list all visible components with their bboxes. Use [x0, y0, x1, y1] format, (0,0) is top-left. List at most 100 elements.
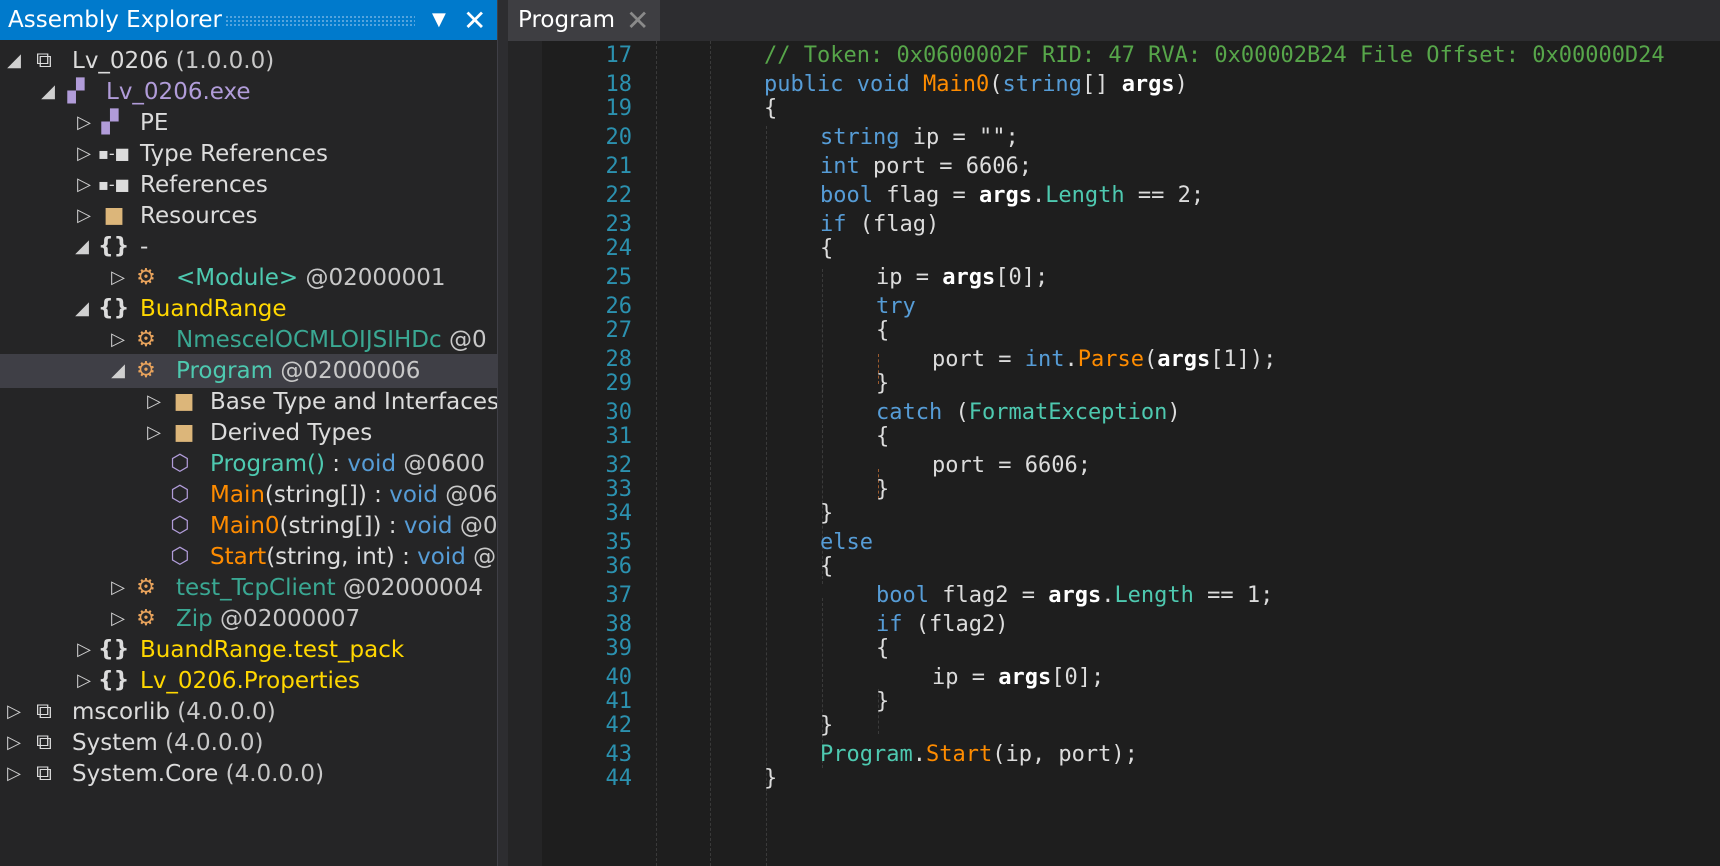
- code-token: (: [1143, 347, 1158, 372]
- tree-item-derived-types[interactable]: ▷ ■ Derived Types: [0, 416, 497, 450]
- collapsed-arrow-icon[interactable]: ▷: [110, 261, 126, 295]
- tree-item-module[interactable]: ▷ ⚙ <Module> @02000001: [0, 261, 497, 295]
- collapsed-arrow-icon[interactable]: ▷: [146, 385, 162, 419]
- tree-item-nmescel-class[interactable]: ▷ ⚙ NmescelOCMLOIJSIHDc @0: [0, 323, 497, 357]
- collapsed-arrow-icon[interactable]: ▷: [146, 416, 162, 450]
- code-line: ip = args[0];: [932, 665, 1104, 691]
- tree-item-references[interactable]: ▷ ▪-■ References: [0, 168, 497, 202]
- code-token: (ip, port);: [992, 742, 1138, 767]
- tree-item-label: References: [140, 172, 268, 198]
- line-number: 17: [605, 43, 633, 68]
- collapsed-arrow-icon[interactable]: ▷: [110, 602, 126, 636]
- tree-item-label: Start: [210, 544, 267, 570]
- tree-item-zip[interactable]: ▷ ⚙ Zip @02000007: [0, 602, 497, 636]
- collapsed-arrow-icon[interactable]: ▷: [110, 571, 126, 605]
- collapsed-arrow-icon[interactable]: ▷: [76, 633, 92, 667]
- expanded-arrow-icon[interactable]: ◢: [40, 75, 56, 109]
- line-number: 21: [605, 154, 633, 179]
- code-token: ip = "";: [899, 125, 1019, 150]
- collapsed-arrow-icon[interactable]: ▷: [76, 168, 92, 202]
- tree-item-label: Lv_0206: [72, 48, 169, 74]
- line-number: 22: [605, 183, 633, 208]
- code-token: (flag): [846, 212, 940, 237]
- expanded-arrow-icon[interactable]: ◢: [110, 354, 126, 388]
- code-token: Main0: [922, 72, 990, 97]
- code-token: bool: [876, 583, 929, 608]
- code-token: Start: [925, 742, 993, 767]
- code-line: bool flag = args.Length == 2;: [820, 183, 1204, 209]
- code-token: .: [912, 742, 926, 767]
- tree-item-buandrange-namespace[interactable]: ◢ {} BuandRange: [0, 292, 497, 326]
- collapsed-arrow-icon[interactable]: ▷: [76, 137, 92, 171]
- code-line: catch (FormatException): [876, 400, 1181, 426]
- code-token: string: [1002, 72, 1082, 97]
- tree-item-lv0206-assembly[interactable]: ◢ ⧉ Lv_0206 (1.0.0.0): [0, 44, 497, 78]
- tree-item-start-method[interactable]: ⬡ Start(string, int) : void @: [0, 540, 497, 574]
- line-number: 28: [605, 347, 633, 372]
- expanded-arrow-icon[interactable]: ◢: [74, 292, 90, 326]
- line-number: 29: [605, 371, 633, 396]
- panel-header[interactable]: Assembly Explorer ▼ ✕: [0, 0, 497, 40]
- collapsed-arrow-icon[interactable]: ▷: [6, 726, 22, 760]
- tree-item-lv0206-exe[interactable]: ◢ ▞ Lv_0206.exe: [0, 75, 497, 109]
- tree-item-program-class[interactable]: ◢ ⚙ Program @02000006: [0, 354, 497, 388]
- code-line: string ip = "";: [820, 125, 1019, 151]
- code-line: else: [820, 530, 873, 555]
- drag-grip[interactable]: [225, 15, 415, 27]
- tree-item-label: Main0: [210, 513, 280, 539]
- close-icon[interactable]: ✕: [626, 4, 649, 37]
- expanded-arrow-icon[interactable]: ◢: [6, 44, 22, 78]
- chevron-down-icon[interactable]: ▼: [432, 9, 446, 30]
- tree-item-properties-namespace[interactable]: ▷ {} Lv_0206.Properties: [0, 664, 497, 698]
- collapsed-arrow-icon[interactable]: ▷: [76, 199, 92, 233]
- code-token: port = 6606;: [859, 154, 1032, 179]
- tree-item-label: <Module>: [176, 265, 299, 291]
- code-line: }: [876, 371, 890, 396]
- panel-splitter[interactable]: [497, 0, 508, 866]
- code-line: {: [876, 424, 890, 449]
- tree-item-type-references[interactable]: ▷ ▪-■ Type References: [0, 137, 497, 171]
- tree-item-main0-method[interactable]: ⬡ Main0(string[]) : void @0: [0, 509, 497, 543]
- code-line: {: [820, 554, 834, 579]
- close-icon[interactable]: ✕: [463, 4, 486, 37]
- tree-item-pe[interactable]: ▷ ▞ PE: [0, 106, 497, 140]
- tree-item-system[interactable]: ▷ ⧉ System (4.0.0.0): [0, 726, 497, 760]
- code-line: try: [876, 294, 916, 319]
- collapsed-arrow-icon[interactable]: ▷: [76, 106, 92, 140]
- collapsed-arrow-icon[interactable]: ▷: [110, 323, 126, 357]
- line-number: 44: [605, 766, 633, 791]
- line-number: 35: [605, 530, 633, 555]
- line-number: 37: [605, 583, 633, 608]
- code-token: ip =: [876, 265, 943, 290]
- line-number: 40: [605, 665, 633, 690]
- panel-title: Assembly Explorer: [8, 7, 222, 33]
- tree-item-return-type: void: [403, 513, 453, 539]
- tree-item-empty-namespace[interactable]: ◢ {} -: [0, 230, 497, 264]
- tree-item-mscorlib[interactable]: ▷ ⧉ mscorlib (4.0.0.0): [0, 695, 497, 729]
- tree-item-test-pack-namespace[interactable]: ▷ {} BuandRange.test_pack: [0, 633, 497, 667]
- code-line: if (flag): [820, 212, 939, 238]
- code-token: args: [942, 265, 996, 290]
- tree-item-test-tcpclient[interactable]: ▷ ⚙ test_TcpClient @02000004: [0, 571, 497, 605]
- tab-program[interactable]: Program ✕: [508, 0, 660, 41]
- code-view[interactable]: 17 18 19 20 21 22 23 24 25 26 27 28 29 3…: [508, 41, 1720, 866]
- tree-item-main-method[interactable]: ⬡ Main(string[]) : void @06: [0, 478, 497, 512]
- line-number: 27: [605, 318, 633, 343]
- tree-item-label: mscorlib: [72, 699, 170, 725]
- code-token: Program: [820, 742, 913, 767]
- collapsed-arrow-icon[interactable]: ▷: [76, 664, 92, 698]
- tree-item-resources[interactable]: ▷ ■ Resources: [0, 199, 497, 233]
- class-icon: ⚙: [136, 575, 156, 600]
- code-token: ): [1167, 400, 1181, 425]
- tree-item-base-types[interactable]: ▷ ■ Base Type and Interfaces: [0, 385, 497, 419]
- collapsed-arrow-icon[interactable]: ▷: [6, 757, 22, 791]
- tree-item-label: BuandRange: [140, 296, 287, 322]
- code-token: args: [1157, 347, 1211, 372]
- tree-item-program-ctor[interactable]: ⬡ Program() : void @0600: [0, 447, 497, 481]
- line-number: 43: [605, 742, 633, 767]
- tree-item-label: Resources: [140, 203, 258, 229]
- tree-item-system-core[interactable]: ▷ ⧉ System.Core (4.0.0.0): [0, 757, 497, 791]
- collapsed-arrow-icon[interactable]: ▷: [6, 695, 22, 729]
- expanded-arrow-icon[interactable]: ◢: [74, 230, 90, 264]
- line-number: 24: [605, 236, 633, 261]
